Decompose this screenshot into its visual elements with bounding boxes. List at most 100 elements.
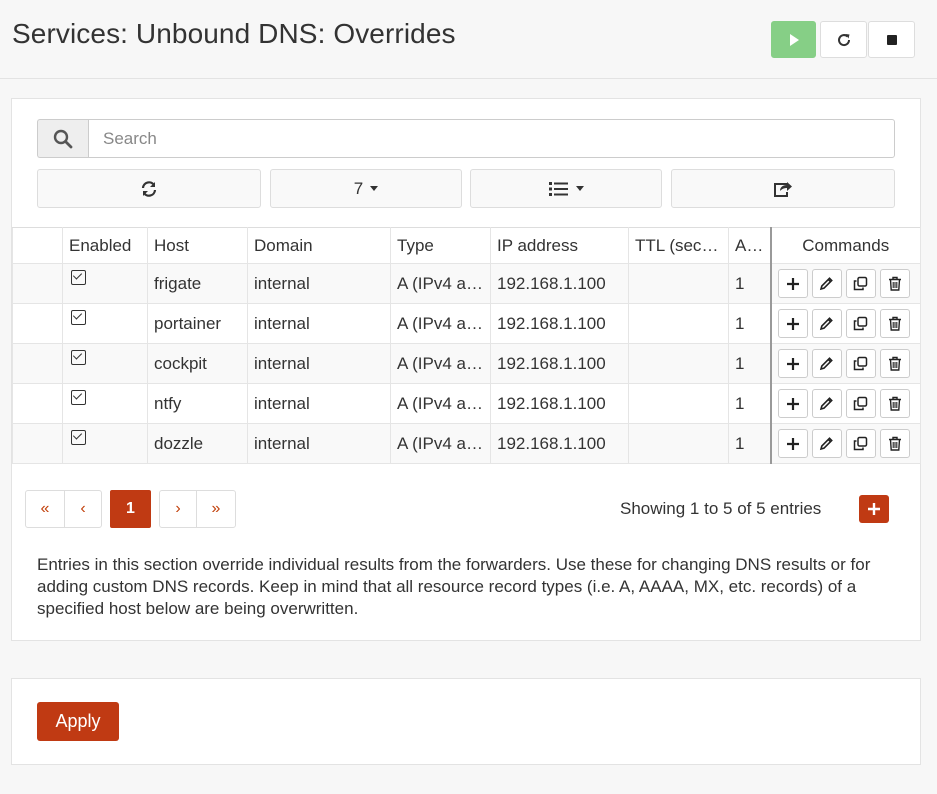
ttl-cell	[628, 303, 729, 344]
refresh-button[interactable]	[37, 169, 261, 208]
overrides-table: Enabled Host Domain Type IP address TTL …	[12, 227, 921, 464]
table-header-row: Enabled Host Domain Type IP address TTL …	[12, 227, 921, 264]
row-select-cell[interactable]	[12, 383, 63, 424]
row-select-cell[interactable]	[12, 423, 63, 464]
column-header-domain[interactable]: Domain	[247, 227, 391, 264]
table-row[interactable]: frigateinternalA (IPv4 address)192.168.1…	[12, 263, 921, 304]
pencil-icon	[819, 357, 833, 371]
column-header-enabled[interactable]: Enabled	[62, 227, 148, 264]
ttl-cell	[628, 423, 729, 464]
table-row[interactable]: dozzleinternalA (IPv4 address)192.168.1.…	[12, 423, 921, 464]
edit-row-button[interactable]	[811, 349, 842, 378]
ttl-cell	[628, 263, 729, 304]
domain-cell: internal	[247, 303, 391, 344]
column-header-select[interactable]	[12, 227, 63, 264]
enabled-checkbox-icon[interactable]	[71, 309, 86, 325]
apply-button[interactable]: Apply	[37, 702, 119, 741]
add-row-button[interactable]	[777, 309, 808, 338]
enabled-cell[interactable]	[62, 343, 148, 384]
domain-cell: internal	[247, 343, 391, 384]
ip-cell: 192.168.1.100	[490, 423, 629, 464]
enabled-checkbox-icon[interactable]	[71, 429, 86, 445]
column-header-type[interactable]: Type	[390, 227, 491, 264]
column-header-ttl[interactable]: TTL (seconds)	[628, 227, 729, 264]
add-row-button[interactable]	[777, 269, 808, 298]
add-row-button[interactable]	[777, 389, 808, 418]
row-select-cell[interactable]	[12, 343, 63, 384]
enabled-checkbox-icon[interactable]	[71, 269, 86, 285]
plus-icon	[786, 357, 799, 370]
add-cell: 1	[728, 423, 771, 464]
delete-row-button[interactable]	[879, 349, 910, 378]
enabled-cell[interactable]	[62, 263, 148, 304]
add-cell: 1	[728, 263, 771, 304]
clone-row-button[interactable]	[845, 309, 876, 338]
clone-row-button[interactable]	[845, 429, 876, 458]
add-override-button[interactable]	[859, 495, 889, 523]
ip-cell: 192.168.1.100	[490, 343, 629, 384]
apply-panel: Apply	[11, 678, 921, 765]
column-header-ip[interactable]: IP address	[490, 227, 629, 264]
domain-cell: internal	[247, 383, 391, 424]
table-row[interactable]: portainerinternalA (IPv4 address)192.168…	[12, 303, 921, 344]
table-row[interactable]: cockpitinternalA (IPv4 address)192.168.1…	[12, 343, 921, 384]
add-cell: 1	[728, 383, 771, 424]
edit-row-button[interactable]	[811, 429, 842, 458]
page-next[interactable]: ›	[159, 490, 197, 528]
page-size-dropdown[interactable]: 7	[270, 169, 462, 208]
row-select-cell[interactable]	[12, 303, 63, 344]
service-stop-button[interactable]	[868, 21, 915, 58]
page-last[interactable]: »	[196, 490, 236, 528]
edit-row-button[interactable]	[811, 389, 842, 418]
service-restart-button[interactable]	[820, 21, 867, 58]
stop-icon	[886, 34, 897, 45]
search-group	[37, 119, 895, 158]
commands-cell	[769, 303, 921, 344]
page-prev[interactable]: ‹	[64, 490, 102, 528]
row-select-cell[interactable]	[12, 263, 63, 304]
copy-icon	[853, 276, 868, 291]
clone-row-button[interactable]	[845, 389, 876, 418]
page-current[interactable]: 1	[110, 490, 151, 528]
refresh-icon	[141, 180, 157, 197]
enabled-cell[interactable]	[62, 423, 148, 464]
host-cell: dozzle	[147, 423, 248, 464]
trash-icon	[888, 276, 901, 291]
ttl-cell	[628, 343, 729, 384]
play-icon	[789, 33, 799, 46]
columns-dropdown[interactable]	[470, 169, 662, 208]
copy-icon	[853, 396, 868, 411]
trash-icon	[888, 396, 901, 411]
delete-row-button[interactable]	[879, 389, 910, 418]
page-first[interactable]: «	[25, 490, 65, 528]
clone-row-button[interactable]	[845, 349, 876, 378]
column-header-host[interactable]: Host	[147, 227, 248, 264]
plus-icon	[786, 317, 799, 330]
enabled-checkbox-icon[interactable]	[71, 349, 86, 365]
type-cell: A (IPv4 address)	[390, 383, 491, 424]
pencil-icon	[819, 437, 833, 451]
delete-row-button[interactable]	[879, 269, 910, 298]
host-cell: frigate	[147, 263, 248, 304]
export-button[interactable]	[671, 169, 895, 208]
clone-row-button[interactable]	[845, 269, 876, 298]
domain-cell: internal	[247, 263, 391, 304]
plus-icon	[868, 503, 880, 515]
edit-row-button[interactable]	[811, 309, 842, 338]
page-title: Services: Unbound DNS: Overrides	[12, 18, 456, 49]
table-row[interactable]: ntfyinternalA (IPv4 address)192.168.1.10…	[12, 383, 921, 424]
add-row-button[interactable]	[777, 349, 808, 378]
delete-row-button[interactable]	[879, 429, 910, 458]
enabled-cell[interactable]	[62, 303, 148, 344]
enabled-checkbox-icon[interactable]	[71, 389, 86, 405]
delete-row-button[interactable]	[879, 309, 910, 338]
ttl-cell	[628, 383, 729, 424]
add-row-button[interactable]	[777, 429, 808, 458]
service-start-button[interactable]	[771, 21, 816, 58]
search-input[interactable]	[88, 119, 895, 158]
list-icon	[548, 181, 568, 196]
edit-row-button[interactable]	[811, 269, 842, 298]
column-header-commands: Commands	[769, 227, 921, 264]
enabled-cell[interactable]	[62, 383, 148, 424]
column-header-add[interactable]: Add	[728, 227, 771, 264]
